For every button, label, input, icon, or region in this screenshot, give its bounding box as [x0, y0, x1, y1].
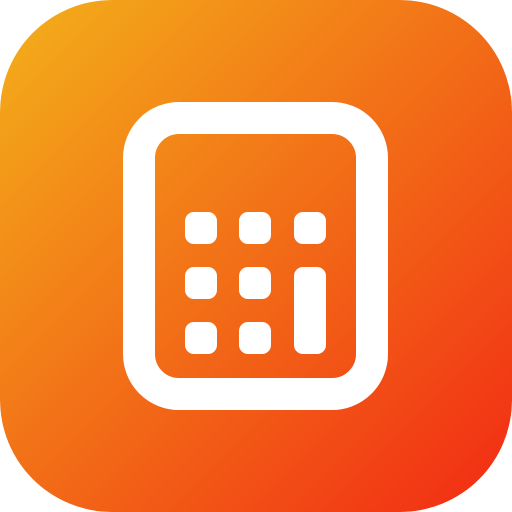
calculator-icon — [0, 0, 512, 512]
calculator-app-icon[interactable] — [0, 0, 512, 512]
icon-canvas — [0, 0, 512, 512]
key-5 — [239, 267, 271, 299]
icon-background — [0, 0, 512, 512]
key-2 — [239, 212, 271, 244]
key-tall — [294, 267, 326, 354]
key-3 — [294, 212, 326, 244]
key-4 — [185, 267, 217, 299]
key-7 — [185, 322, 217, 354]
key-8 — [239, 322, 271, 354]
key-1 — [185, 212, 217, 244]
